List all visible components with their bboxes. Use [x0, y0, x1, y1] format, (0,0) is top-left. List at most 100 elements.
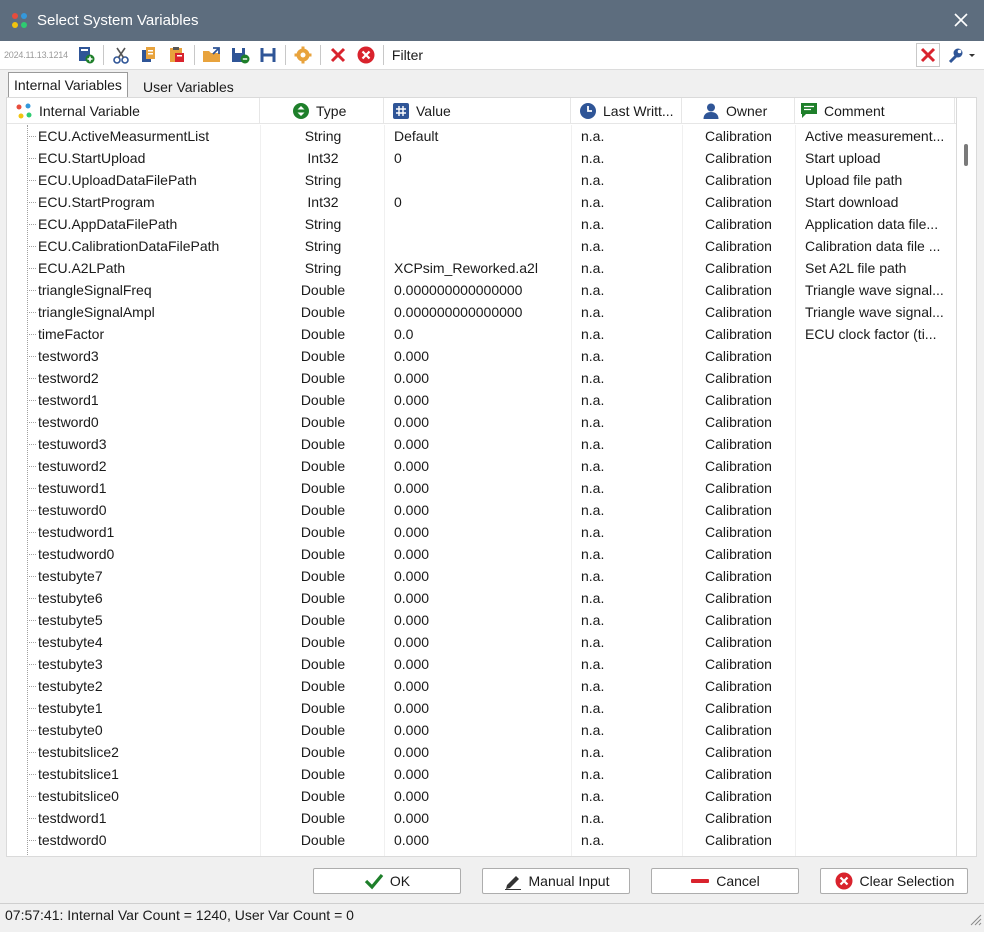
- vertical-scrollbar[interactable]: [957, 97, 977, 857]
- table-row[interactable]: testword3 Double 0.000 n.a. Calibration: [7, 345, 956, 367]
- table-row[interactable]: testubyte4 Double 0.000 n.a. Calibration: [7, 631, 956, 653]
- table-row[interactable]: ECU.StartProgram Int32 0 n.a. Calibration Sta…: [7, 191, 956, 213]
- variable-name-cell: ECU.CalibrationDataFilePath: [38, 238, 220, 254]
- last-written-cell: n.a.: [581, 788, 605, 804]
- resize-grip-icon[interactable]: [968, 910, 982, 926]
- table-row[interactable]: testubyte1 Double 0.000 n.a. Calibration: [7, 697, 956, 719]
- tab-internal-variables[interactable]: Internal Variables: [8, 72, 128, 99]
- table-row[interactable]: testubyte5 Double 0.000 n.a. Calibration: [7, 609, 956, 631]
- header-label: Internal Variable: [39, 103, 140, 119]
- table-row[interactable]: testubitslice2 Double 0.000 n.a. Calibration: [7, 741, 956, 763]
- variables-table: Internal Variable Type Value Last Writt.…: [6, 97, 957, 857]
- save-variables-icon[interactable]: [228, 43, 252, 67]
- header-owner[interactable]: Owner: [682, 98, 795, 124]
- header-comment[interactable]: Comment: [795, 98, 955, 124]
- table-row[interactable]: testubyte7 Double 0.000 n.a. Calibration: [7, 565, 956, 587]
- cut-icon[interactable]: [109, 43, 133, 67]
- ok-button[interactable]: OK: [313, 868, 461, 894]
- type-sort-icon: [292, 102, 310, 120]
- clear-selection-button[interactable]: Clear Selection: [820, 868, 968, 894]
- table-row[interactable]: ECU.A2LPath String XCPsim_Reworked.a2l n.a.…: [7, 257, 956, 279]
- value-cell: 0.000: [394, 678, 430, 694]
- scrollbar-thumb[interactable]: [964, 144, 968, 166]
- table-row[interactable]: testubyte2 Double 0.000 n.a. Calibration: [7, 675, 956, 697]
- table-row[interactable]: ECU.StartUpload Int32 0 n.a. Calibration Star…: [7, 147, 956, 169]
- manual-input-button[interactable]: Manual Input: [482, 868, 630, 894]
- paste-icon[interactable]: [165, 43, 189, 67]
- clear-filter-icon[interactable]: [916, 43, 940, 67]
- delete-x-icon[interactable]: [326, 43, 350, 67]
- table-row[interactable]: testdword0 Double 0.000 n.a. Calibration: [7, 829, 956, 851]
- table-body: ECU.ActiveMeasurmentList String Default n.a…: [7, 125, 956, 856]
- copy-icon[interactable]: [137, 43, 161, 67]
- status-text: 07:57:41: Internal Var Count = 1240, Use…: [5, 907, 354, 923]
- table-row[interactable]: testubyte3 Double 0.000 n.a. Calibration: [7, 653, 956, 675]
- table-row[interactable]: testudword0 Double 0.000 n.a. Calibration: [7, 543, 956, 565]
- table-row[interactable]: testbyte7Double 0.000 n.a. Calibration: [7, 851, 956, 856]
- table-row[interactable]: testubyte0 Double 0.000 n.a. Calibration: [7, 719, 956, 741]
- last-written-cell: n.a.: [581, 238, 605, 254]
- value-cell: [394, 235, 569, 257]
- variable-name-cell: testword1: [38, 392, 99, 408]
- table-row[interactable]: testword1 Double 0.000 n.a. Calibration: [7, 389, 956, 411]
- table-row[interactable]: ECU.ActiveMeasurmentList String Default n.a…: [7, 125, 956, 147]
- value-cell: 0.000: [394, 414, 430, 430]
- table-row[interactable]: testuword2 Double 0.000 n.a. Calibration: [7, 455, 956, 477]
- value-cell: 0.000: [394, 392, 430, 408]
- tree-branch: [27, 642, 36, 643]
- value-cell: 0.000000000000000: [394, 282, 523, 298]
- header-type[interactable]: Type: [260, 98, 384, 124]
- table-row[interactable]: testubitslice0 Double 0.000 n.a. Calibration: [7, 785, 956, 807]
- type-cell: String: [304, 260, 342, 276]
- comment-cell: [805, 587, 955, 609]
- delete-all-icon[interactable]: [354, 43, 378, 67]
- variable-name-cell: testubyte5: [38, 612, 103, 628]
- type-cell: Double: [300, 810, 346, 826]
- checkmark-icon: [364, 872, 384, 890]
- tree-branch: [27, 466, 36, 467]
- table-row[interactable]: ECU.UploadDataFilePath String n.a. Calibrat…: [7, 169, 956, 191]
- settings-gear-icon[interactable]: [291, 43, 315, 67]
- table-row[interactable]: testuword1 Double 0.000 n.a. Calibration: [7, 477, 956, 499]
- filter-options-wrench-icon[interactable]: [946, 45, 978, 67]
- variable-name-cell: testuword1: [38, 480, 107, 496]
- table-row[interactable]: testubyte6 Double 0.000 n.a. Calibration: [7, 587, 956, 609]
- table-row[interactable]: testudword1 Double 0.000 n.a. Calibration: [7, 521, 956, 543]
- table-row[interactable]: triangleSignalFreq Double 0.00000000000000…: [7, 279, 956, 301]
- header-value[interactable]: Value: [384, 98, 571, 124]
- variable-name-cell: ECU.ActiveMeasurmentList: [38, 128, 210, 144]
- type-cell: Double: [261, 851, 385, 856]
- table-row[interactable]: timeFactor Double 0.0 n.a. Calibration ECU cl…: [7, 323, 956, 345]
- header-internal-variable[interactable]: Internal Variable: [7, 98, 260, 124]
- table-row[interactable]: testuword0 Double 0.000 n.a. Calibration: [7, 499, 956, 521]
- value-cell: 0.000: [394, 656, 430, 672]
- table-row[interactable]: testword0 Double 0.000 n.a. Calibration: [7, 411, 956, 433]
- header-label: Owner: [726, 103, 768, 119]
- close-icon[interactable]: [950, 9, 972, 31]
- last-written-cell: n.a.: [581, 260, 605, 276]
- filter-input[interactable]: [389, 43, 915, 67]
- table-row[interactable]: testdword1 Double 0.000 n.a. Calibration: [7, 807, 956, 829]
- table-row[interactable]: ECU.CalibrationDataFilePath String n.a. Cal…: [7, 235, 956, 257]
- owner-cell: Calibration: [705, 766, 772, 782]
- header-h-icon[interactable]: [256, 43, 280, 67]
- table-row[interactable]: ECU.AppDataFilePath String n.a. Calibration…: [7, 213, 956, 235]
- open-folder-icon[interactable]: [200, 43, 224, 67]
- owner-cell: Calibration: [705, 524, 772, 540]
- table-row[interactable]: testubitslice1 Double 0.000 n.a. Calibration: [7, 763, 956, 785]
- comment-cell: [805, 829, 955, 851]
- user-icon: [702, 102, 720, 120]
- table-row[interactable]: testuword3 Double 0.000 n.a. Calibration: [7, 433, 956, 455]
- value-cell: 0.000: [394, 436, 430, 452]
- header-last-written[interactable]: Last Writt...: [571, 98, 682, 124]
- window-title: Select System Variables: [37, 12, 199, 29]
- table-row[interactable]: testword2 Double 0.000 n.a. Calibration: [7, 367, 956, 389]
- tree-branch: [27, 752, 36, 753]
- add-variable-icon[interactable]: [74, 43, 98, 67]
- owner-cell: Calibration: [705, 480, 772, 496]
- type-cell: Double: [300, 282, 346, 298]
- comment-cell: Triangle wave signal...: [805, 282, 944, 298]
- cancel-button[interactable]: Cancel: [651, 868, 799, 894]
- owner-cell: Calibration: [705, 128, 772, 144]
- table-row[interactable]: triangleSignalAmpl Double 0.00000000000000…: [7, 301, 956, 323]
